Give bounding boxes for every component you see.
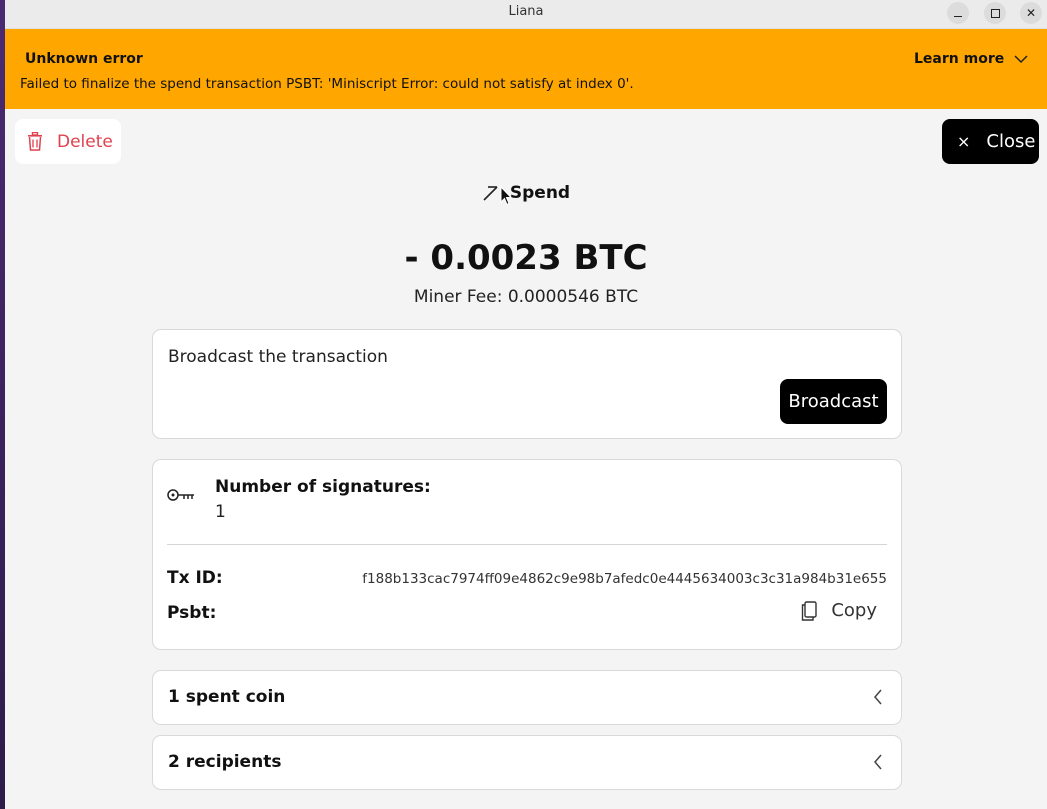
copy-label: Copy bbox=[831, 600, 877, 621]
signatures-title: Number of signatures: bbox=[215, 477, 431, 497]
chevron-down-icon bbox=[1014, 54, 1028, 63]
key-icon bbox=[167, 489, 194, 501]
title-bar[interactable]: Liana ✕ bbox=[5, 0, 1047, 29]
broadcast-label: Broadcast the transaction bbox=[168, 347, 388, 367]
close-button[interactable]: × Close bbox=[942, 119, 1039, 164]
error-heading: Unknown error bbox=[25, 51, 143, 67]
window-close-button[interactable]: ✕ bbox=[1020, 2, 1042, 24]
error-banner: Unknown error Failed to finalize the spe… bbox=[5, 29, 1047, 109]
chevron-left-icon bbox=[874, 754, 882, 770]
spent-coins-label: 1 spent coin bbox=[168, 687, 286, 707]
copy-icon bbox=[802, 600, 818, 621]
mouse-cursor-icon bbox=[500, 186, 512, 206]
broadcast-button[interactable]: Broadcast bbox=[780, 379, 887, 424]
learn-more-label: Learn more bbox=[914, 51, 1005, 67]
txid-label: Tx ID: bbox=[167, 568, 223, 588]
chevron-left-icon bbox=[874, 689, 882, 705]
learn-more-button[interactable]: Learn more bbox=[914, 51, 1028, 67]
recipients-section[interactable]: 2 recipients bbox=[152, 735, 902, 790]
signatures-count: 1 bbox=[215, 502, 226, 522]
spend-amount: - 0.0023 BTC bbox=[404, 238, 648, 278]
close-label: Close bbox=[986, 131, 1036, 152]
app-window: Liana ✕ Unknown error Failed to finalize… bbox=[5, 0, 1047, 809]
close-x-icon: × bbox=[957, 132, 971, 151]
maximize-icon bbox=[990, 8, 1000, 18]
signatures-card: Number of signatures: 1 Tx ID: f188b133c… bbox=[152, 459, 902, 650]
delete-button[interactable]: Delete bbox=[15, 119, 121, 164]
psbt-label: Psbt: bbox=[167, 603, 217, 623]
recipients-label: 2 recipients bbox=[168, 752, 282, 772]
delete-label: Delete bbox=[57, 131, 113, 152]
trash-icon bbox=[28, 132, 42, 151]
copy-psbt-button[interactable]: Copy bbox=[801, 600, 877, 621]
spend-title: Spend bbox=[509, 183, 571, 203]
minimize-button[interactable] bbox=[947, 2, 969, 24]
maximize-button[interactable] bbox=[984, 2, 1006, 24]
miner-fee: Miner Fee: 0.0000546 BTC bbox=[413, 287, 639, 307]
spend-header: Spend bbox=[5, 183, 1047, 203]
window-title: Liana bbox=[508, 4, 544, 19]
txid-value: f188b133cac7974ff09e4862c9e98b7afedc0e44… bbox=[362, 571, 887, 587]
close-icon: ✕ bbox=[1025, 6, 1037, 20]
arrow-up-right-icon bbox=[483, 186, 498, 201]
minimize-icon bbox=[954, 15, 962, 18]
spent-coins-section[interactable]: 1 spent coin bbox=[152, 670, 902, 725]
broadcast-card: Broadcast the transaction Broadcast bbox=[152, 329, 902, 439]
divider bbox=[167, 544, 887, 545]
error-message: Failed to finalize the spend transaction… bbox=[20, 76, 634, 92]
